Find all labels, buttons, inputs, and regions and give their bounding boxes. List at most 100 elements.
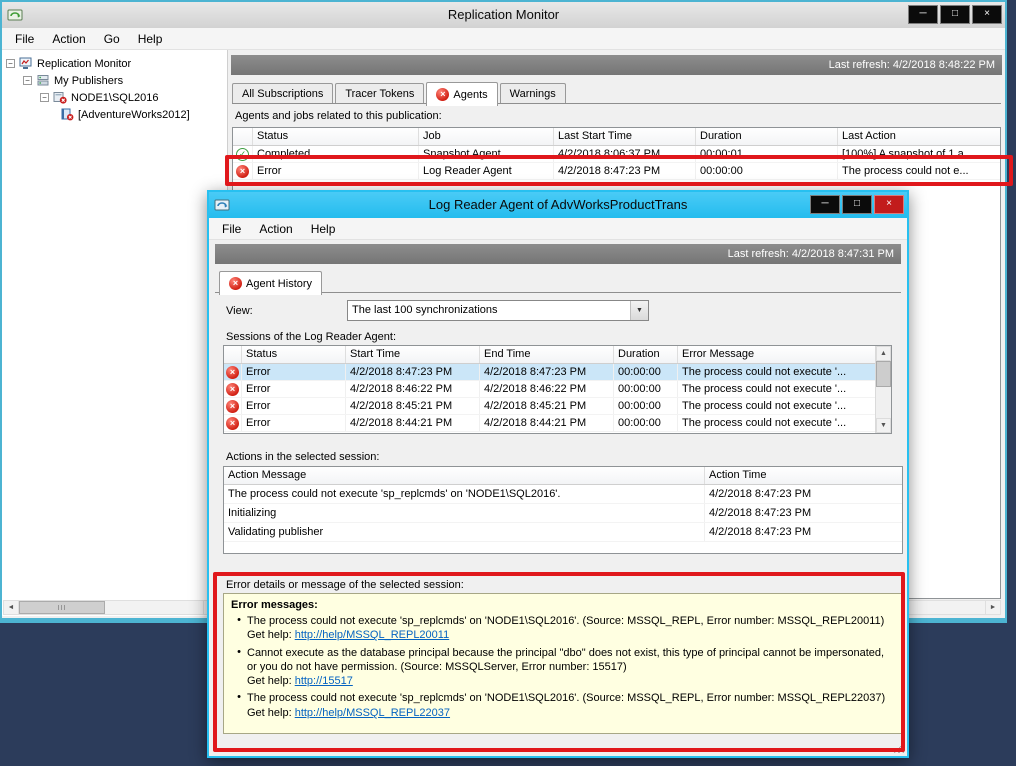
tree-horizontal-scrollbar: ◄ ► (3, 600, 219, 615)
sessions-vertical-scrollbar: ▲ ▼ (875, 346, 891, 433)
scrollbar-thumb[interactable] (19, 601, 105, 614)
scroll-up-icon[interactable]: ▲ (876, 346, 891, 361)
tab-agents[interactable]: × Agents (426, 82, 497, 106)
header-action-time[interactable]: Action Time (705, 467, 902, 484)
tab-label: Agent History (246, 278, 312, 290)
view-label: View: (226, 305, 253, 317)
action-row[interactable]: Initializing 4/2/2018 8:47:23 PM (224, 504, 902, 523)
error-message-item: • The process could not execute 'sp_repl… (231, 691, 895, 720)
session-row[interactable]: × Error 4/2/2018 8:47:23 PM 4/2/2018 8:4… (224, 364, 875, 381)
help-link[interactable]: http://help/MSSQL_REPL20011 (295, 629, 450, 641)
menu-action[interactable]: Action (250, 219, 301, 239)
scrollbar-track[interactable] (876, 387, 891, 418)
menu-file[interactable]: File (6, 29, 43, 49)
replication-monitor-icon (19, 57, 33, 70)
main-titlebar[interactable]: Replication Monitor ─ □ × (2, 2, 1005, 28)
header-end-time[interactable]: End Time (480, 346, 614, 363)
close-button[interactable]: × (874, 195, 904, 214)
scroll-right-icon[interactable]: ► (985, 601, 1000, 614)
dialog-window-controls: ─ □ × (810, 195, 904, 214)
header-last-start-time[interactable]: Last Start Time (554, 128, 696, 145)
tree-item-replication-monitor[interactable]: − Replication Monitor (2, 55, 227, 72)
agent-row-log-reader[interactable]: × Error Log Reader Agent 4/2/2018 8:47:2… (233, 163, 1000, 180)
tree-expander-icon[interactable]: − (6, 59, 15, 68)
action-row[interactable]: The process could not execute 'sp_replcm… (224, 485, 902, 504)
tab-agent-history[interactable]: × Agent History (219, 271, 322, 295)
close-button[interactable]: × (972, 5, 1002, 24)
cell-action-time: 4/2/2018 8:47:23 PM (705, 523, 902, 541)
cell-error-message: The process could not execute '... (678, 398, 875, 414)
main-menubar: File Action Go Help (2, 28, 1005, 50)
scrollbar-thumb[interactable] (876, 361, 891, 387)
menu-action[interactable]: Action (43, 29, 94, 49)
publisher-tree: − Replication Monitor − My Publishers − (2, 50, 227, 123)
header-job[interactable]: Job (419, 128, 554, 145)
session-row[interactable]: × Error 4/2/2018 8:44:21 PM 4/2/2018 8:4… (224, 415, 875, 432)
tab-warnings[interactable]: Warnings (500, 83, 566, 104)
header-status[interactable]: Status (253, 128, 419, 145)
resize-grip[interactable] (891, 740, 904, 753)
menu-help[interactable]: Help (302, 219, 345, 239)
scrollbar-track[interactable] (105, 601, 203, 614)
tree-expander-icon[interactable]: − (23, 76, 32, 85)
chevron-down-icon[interactable]: ▼ (630, 301, 648, 320)
header-status[interactable]: Status (242, 346, 346, 363)
menu-file[interactable]: File (213, 219, 250, 239)
cell-action-time: 4/2/2018 8:47:23 PM (705, 504, 902, 522)
error-message-text: The process could not execute 'sp_replcm… (247, 692, 885, 704)
scroll-down-icon[interactable]: ▼ (876, 418, 891, 433)
tree-item-label: [AdventureWorks2012] (78, 109, 190, 121)
cell-status: Completed (253, 146, 419, 162)
minimize-button[interactable]: ─ (908, 5, 938, 24)
header-status-icon-column[interactable] (224, 346, 242, 363)
error-message-text: Cannot execute as the database principal… (247, 647, 884, 673)
cell-duration: 00:00:00 (614, 364, 678, 380)
tree-expander-icon[interactable]: − (40, 93, 49, 102)
error-status-icon: × (226, 383, 239, 396)
cell-start-time: 4/2/2018 8:45:21 PM (346, 398, 480, 414)
header-action-message[interactable]: Action Message (224, 467, 705, 484)
dialog-menubar: File Action Help (209, 218, 907, 240)
tab-tracer-tokens[interactable]: Tracer Tokens (335, 83, 424, 104)
header-duration[interactable]: Duration (696, 128, 838, 145)
bullet-icon: • (231, 614, 247, 643)
cell-error-message: The process could not execute '... (678, 415, 875, 431)
header-error-message[interactable]: Error Message (678, 346, 875, 363)
help-link[interactable]: http://15517 (295, 675, 353, 687)
log-reader-agent-dialog: Log Reader Agent of AdvWorksProductTrans… (207, 190, 909, 758)
tree-item-node1-sql2016[interactable]: − NODE1\SQL2016 (2, 89, 227, 106)
tree-item-my-publishers[interactable]: − My Publishers (2, 72, 227, 89)
cell-status: Error (242, 415, 346, 431)
maximize-button[interactable]: □ (940, 5, 970, 24)
header-status-icon-column[interactable] (233, 128, 253, 145)
session-row[interactable]: × Error 4/2/2018 8:46:22 PM 4/2/2018 8:4… (224, 381, 875, 398)
cell-start-time: 4/2/2018 8:47:23 PM (346, 364, 480, 380)
help-link[interactable]: http://help/MSSQL_REPL22037 (295, 707, 450, 719)
tab-strip-divider (232, 103, 1001, 104)
action-row[interactable]: Validating publisher 4/2/2018 8:47:23 PM (224, 523, 902, 542)
header-duration[interactable]: Duration (614, 346, 678, 363)
cell-end-time: 4/2/2018 8:44:21 PM (480, 415, 614, 431)
header-start-time[interactable]: Start Time (346, 346, 480, 363)
view-dropdown[interactable]: The last 100 synchronizations ▼ (347, 300, 649, 321)
session-row[interactable]: × Error 4/2/2018 8:45:21 PM 4/2/2018 8:4… (224, 398, 875, 415)
header-last-action[interactable]: Last Action (838, 128, 1000, 145)
agent-row-snapshot[interactable]: ✓ Completed Snapshot Agent 4/2/2018 8:06… (233, 146, 1000, 163)
sessions-table: Status Start Time End Time Duration Erro… (223, 345, 892, 434)
server-error-icon (53, 91, 67, 104)
scroll-left-icon[interactable]: ◄ (4, 601, 19, 614)
menu-go[interactable]: Go (95, 29, 129, 49)
cell-status: Error (242, 364, 346, 380)
tree-item-label: Replication Monitor (37, 58, 131, 70)
menu-help[interactable]: Help (129, 29, 172, 49)
error-message-item: • The process could not execute 'sp_repl… (231, 614, 895, 643)
maximize-button[interactable]: □ (842, 195, 872, 214)
cell-end-time: 4/2/2018 8:46:22 PM (480, 381, 614, 397)
minimize-button[interactable]: ─ (810, 195, 840, 214)
dialog-titlebar[interactable]: Log Reader Agent of AdvWorksProductTrans… (209, 192, 907, 218)
tab-all-subscriptions[interactable]: All Subscriptions (232, 83, 333, 104)
bullet-icon: • (231, 646, 247, 689)
error-status-icon: × (226, 366, 239, 379)
cell-action-message: Validating publisher (224, 523, 705, 541)
tree-item-adventureworks2012[interactable]: [AdventureWorks2012] (2, 106, 227, 123)
